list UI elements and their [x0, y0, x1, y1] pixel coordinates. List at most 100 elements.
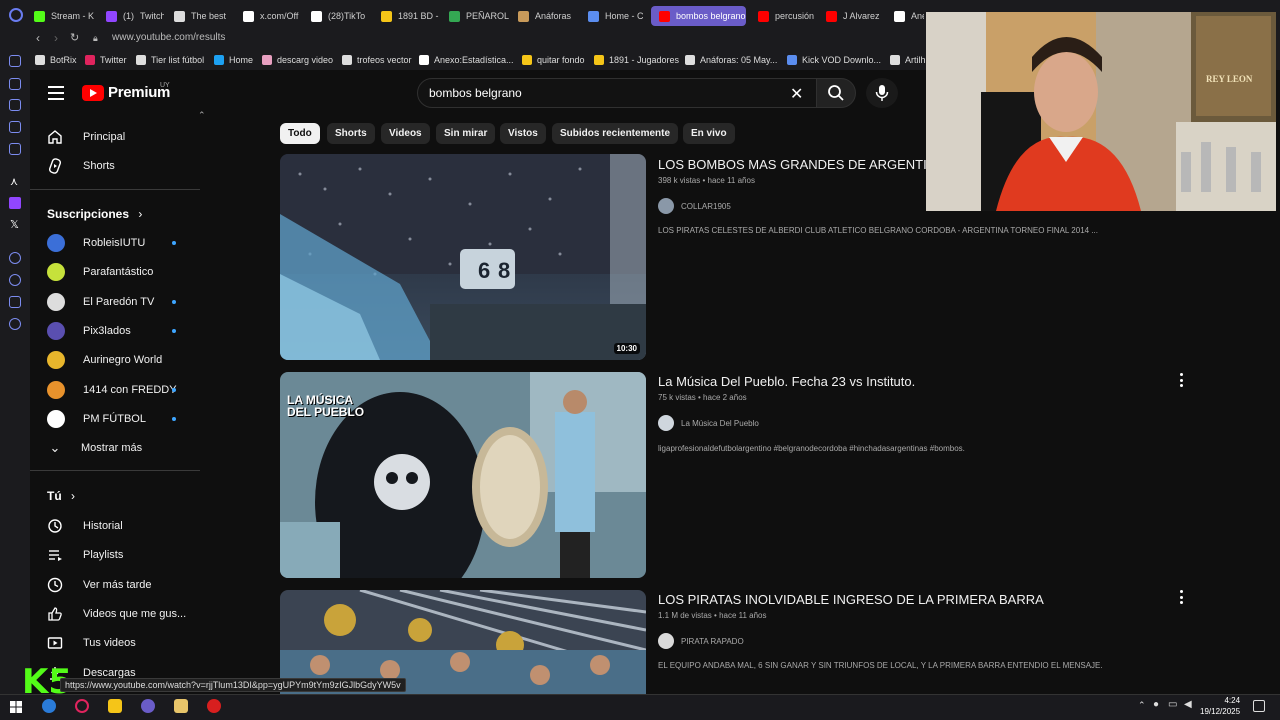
- subscription-item[interactable]: Pix3lados: [47, 321, 131, 341]
- media-taskbar-icon[interactable]: [174, 699, 188, 713]
- browser-tab[interactable]: 1891 BD -: [381, 6, 441, 26]
- view-count: 398 k vistas: [658, 176, 701, 185]
- subscription-item[interactable]: RobleisIUTU: [47, 233, 145, 253]
- bookmark-item[interactable]: Artilh: [890, 55, 926, 65]
- sidebar-item-watch-later[interactable]: Ver más tarde: [47, 575, 151, 595]
- browser-tab[interactable]: (28)TikTo: [311, 6, 371, 26]
- filter-chip[interactable]: Todo: [280, 123, 320, 144]
- you-heading[interactable]: Tú ›: [47, 489, 75, 503]
- browser-tab[interactable]: Anáforas: [518, 6, 578, 26]
- taskbar-clock[interactable]: 4:24 19/12/2025: [1200, 695, 1240, 717]
- bookmark-favicon-icon: [342, 55, 352, 65]
- browser-tab[interactable]: PEÑAROL: [449, 6, 509, 26]
- back-button[interactable]: ‹: [36, 31, 40, 45]
- youtube-premium-logo[interactable]: Premium: [82, 84, 170, 101]
- channel-link[interactable]: COLLAR1905: [658, 198, 731, 214]
- filter-chip[interactable]: Subidos recientemente: [552, 123, 679, 144]
- search-button[interactable]: [816, 78, 856, 108]
- microphone-tray-icon[interactable]: ●: [1153, 699, 1159, 710]
- sidebar-item-playlists[interactable]: Playlists: [47, 545, 123, 565]
- url-field[interactable]: www.youtube.com/results: [112, 32, 225, 43]
- browser-tab[interactable]: x.com/Off: [243, 6, 301, 26]
- subscription-item[interactable]: 1414 con FREDDY: [47, 380, 177, 400]
- obs-taskbar-icon[interactable]: [207, 699, 221, 713]
- browser-tab[interactable]: The best: [174, 6, 232, 26]
- channel-link[interactable]: PIRATA RAPADO: [658, 633, 744, 649]
- browser-logo-icon[interactable]: [9, 8, 23, 22]
- history-app-icon[interactable]: [9, 274, 21, 286]
- show-more-button[interactable]: ⌄ Mostrar más: [47, 438, 143, 458]
- bookmark-item[interactable]: Tier list fútbol: [136, 55, 204, 65]
- twitch-app-icon[interactable]: [9, 197, 21, 209]
- video-thumbnail[interactable]: 6 8 10:30: [280, 154, 646, 360]
- streamer-webcam-image: REY LEON: [926, 12, 1276, 211]
- sidebar-app-icon[interactable]: [9, 143, 21, 155]
- browser-tab[interactable]: Stream - K: [34, 6, 94, 26]
- voice-search-button[interactable]: [866, 78, 898, 108]
- sidebar-app-icon[interactable]: [9, 99, 21, 111]
- opera-taskbar-icon[interactable]: [75, 699, 89, 713]
- kick-app-icon[interactable]: ⋏: [10, 175, 18, 188]
- sidebar-item-shorts[interactable]: Shorts: [47, 156, 115, 176]
- volume-tray-icon[interactable]: ◀︎: [1184, 699, 1192, 710]
- windows-start-icon[interactable]: [10, 700, 22, 713]
- subscription-item[interactable]: El Paredón TV: [47, 292, 154, 312]
- bookmark-item[interactable]: trofeos vector: [342, 55, 412, 65]
- browser-tab[interactable]: (1) Twitch: [106, 6, 164, 26]
- sidebar-item-your-videos[interactable]: Tus videos: [47, 633, 136, 653]
- video-title[interactable]: La Música Del Pueblo. Fecha 23 vs Instit…: [658, 374, 915, 389]
- sidebar-item-principal[interactable]: Principal: [47, 127, 125, 147]
- edge-taskbar-icon[interactable]: [42, 699, 56, 713]
- subscriptions-heading[interactable]: Suscripciones ›: [47, 207, 142, 221]
- search-query[interactable]: bombos belgrano: [429, 86, 522, 100]
- sidebar-app-icon[interactable]: [9, 121, 21, 133]
- subscription-item[interactable]: PM FÚTBOL: [47, 409, 146, 429]
- settings-app-icon[interactable]: [9, 318, 21, 330]
- filter-chip[interactable]: En vivo: [683, 123, 735, 144]
- subscription-item[interactable]: Aurinegro World: [47, 350, 162, 370]
- sidebar-item-history[interactable]: Historial: [47, 516, 123, 536]
- reload-button[interactable]: ↻: [70, 31, 79, 44]
- browser-tab[interactable]: J Alvarez: [826, 6, 884, 26]
- video-title[interactable]: LOS PIRATAS INOLVIDABLE INGRESO DE LA PR…: [658, 592, 1044, 607]
- forward-button[interactable]: ›: [54, 31, 58, 45]
- video-thumbnail[interactable]: LA MÚSICA DEL PUEBLO: [280, 372, 646, 578]
- filter-chip[interactable]: Videos: [381, 123, 430, 144]
- filter-chip[interactable]: Vistos: [500, 123, 546, 144]
- file-explorer-taskbar-icon[interactable]: [108, 699, 122, 713]
- bookmark-item[interactable]: Anáforas: 05 May...: [685, 55, 777, 65]
- filter-chip[interactable]: Shorts: [327, 123, 375, 144]
- browser-tab[interactable]: percusión: [758, 6, 816, 26]
- filter-chip[interactable]: Sin mirar: [436, 123, 496, 144]
- sidebar-app-icon[interactable]: [9, 55, 21, 67]
- bookmark-item[interactable]: Twitter: [85, 55, 127, 65]
- browser-tab[interactable]: Home - C: [588, 6, 643, 26]
- tray-expand-icon[interactable]: ⌃: [1138, 700, 1146, 711]
- x-app-icon[interactable]: 𝕏: [10, 218, 19, 231]
- sidebar-app-icon[interactable]: [9, 78, 21, 90]
- tab-favicon-icon: [449, 10, 460, 22]
- channel-link[interactable]: La Música Del Pueblo: [658, 415, 759, 431]
- bookmark-item[interactable]: Anexo:Estadística...: [419, 55, 514, 65]
- menu-icon[interactable]: [48, 86, 64, 100]
- more-actions-icon[interactable]: [1178, 590, 1184, 604]
- sidebar-app-icon[interactable]: [9, 252, 21, 264]
- subscription-item[interactable]: Parafantástico: [47, 262, 153, 282]
- browser-tab[interactable]: Ane: [894, 6, 924, 26]
- more-actions-icon[interactable]: [1178, 373, 1184, 387]
- bookmark-item[interactable]: Kick VOD Downlo...: [787, 55, 881, 65]
- video-title[interactable]: LOS BOMBOS MAS GRANDES DE ARGENTINA: [658, 157, 945, 172]
- bookmark-item[interactable]: BotRix: [35, 55, 77, 65]
- network-tray-icon[interactable]: ▭: [1168, 699, 1177, 710]
- sidebar-item-like[interactable]: Videos que me gus...: [47, 604, 186, 624]
- sidebar-app-icon[interactable]: [9, 296, 21, 308]
- bookmark-item[interactable]: Home: [214, 55, 253, 65]
- browser-tab[interactable]: bombos belgrano: [651, 6, 746, 26]
- notifications-icon[interactable]: [1253, 700, 1265, 712]
- clear-search-icon[interactable]: ✕: [790, 84, 803, 104]
- bookmark-item[interactable]: descarg video: [262, 55, 333, 65]
- discord-taskbar-icon[interactable]: [141, 699, 155, 713]
- sidebar-scroll-up-icon[interactable]: ⌃: [198, 110, 206, 121]
- bookmark-item[interactable]: 1891 - Jugadores: [594, 55, 679, 65]
- bookmark-item[interactable]: quitar fondo: [522, 55, 585, 65]
